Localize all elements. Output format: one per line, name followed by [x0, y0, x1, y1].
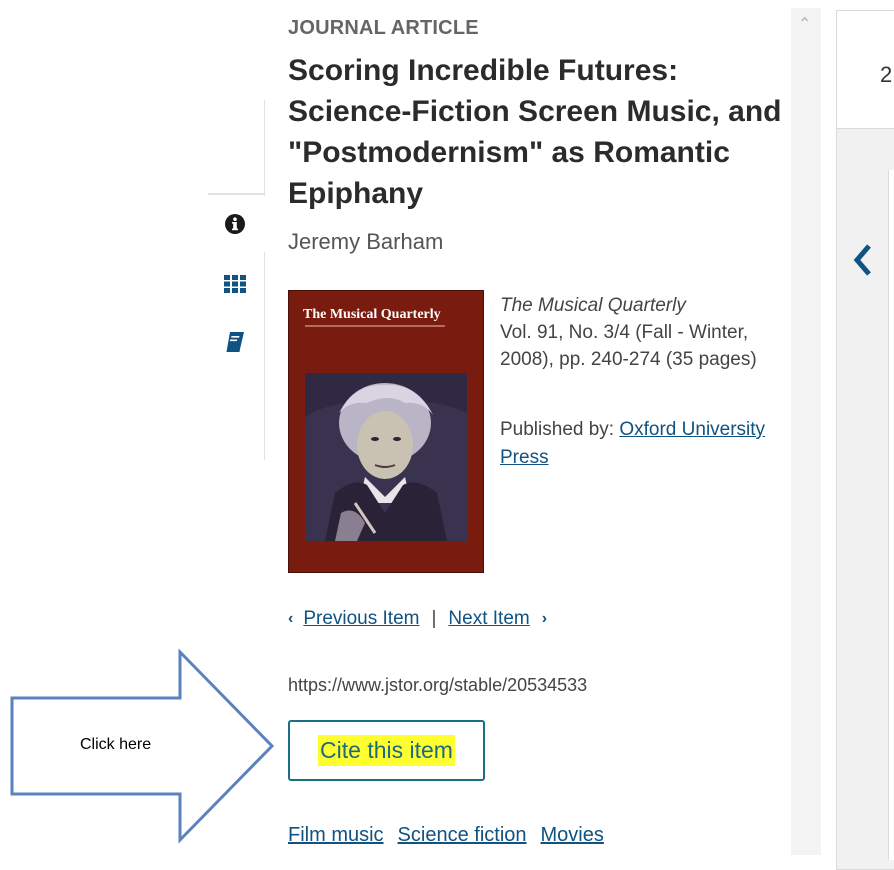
journal-cover[interactable]: The Musical Quarterly — [288, 290, 484, 573]
content-type-label: JOURNAL ARTICLE — [288, 17, 479, 39]
active-tab-indicator — [263, 196, 266, 252]
cite-button-label: Cite this item — [318, 735, 455, 766]
next-item-link[interactable]: Next Item — [448, 608, 529, 630]
previous-item-link[interactable]: Previous Item — [303, 608, 419, 630]
page-number: 2 — [880, 62, 893, 87]
stable-url: https://www.jstor.org/stable/20534533 — [288, 675, 588, 695]
chevron-right-icon: › — [541, 610, 548, 627]
cover-title: The Musical Quarterly — [303, 307, 441, 322]
scroll-up-icon[interactable]: ⌃ — [798, 14, 811, 34]
cite-this-item-button[interactable]: Cite this item — [288, 720, 485, 781]
journal-issue: Vol. 91, No. 3/4 (Fall - Winter, 2008), … — [500, 322, 757, 370]
chevron-left-icon — [853, 244, 871, 276]
tab-book[interactable] — [213, 322, 257, 362]
subject-tags: Film music Science fiction Movies — [288, 824, 604, 847]
grid-icon — [224, 275, 246, 293]
publisher-line: Published by: Oxford University Press — [500, 416, 790, 472]
article-title: Scoring Incredible Futures: Science-Fict… — [288, 54, 782, 210]
page-viewer — [836, 10, 894, 870]
journal-name: The Musical Quarterly — [500, 295, 686, 316]
tab-rail-top-divider — [208, 193, 265, 195]
previous-page-button[interactable] — [846, 240, 880, 280]
subject-tag[interactable]: Science fiction — [398, 824, 527, 847]
nav-separator: | — [431, 608, 437, 629]
info-icon — [225, 214, 245, 234]
scrollbar[interactable] — [791, 8, 821, 855]
tab-contents[interactable] — [213, 264, 257, 304]
tab-info[interactable] — [213, 204, 257, 244]
article-author: Jeremy Barham — [288, 229, 444, 254]
subject-tag[interactable]: Movies — [541, 824, 604, 847]
tab-rail-divider — [264, 100, 265, 460]
cover-subline — [305, 325, 445, 327]
chevron-left-icon: ‹ — [288, 610, 294, 627]
book-icon — [226, 332, 244, 352]
beethoven-portrait-image — [305, 373, 467, 541]
page-preview — [888, 170, 894, 860]
published-by-label: Published by: — [500, 419, 615, 440]
subject-tag[interactable]: Film music — [288, 824, 384, 847]
item-navigation: ‹ Previous Item | Next Item › — [288, 608, 547, 630]
annotation-label: Click here — [80, 736, 152, 753]
journal-source: The Musical Quarterly Vol. 91, No. 3/4 (… — [500, 292, 790, 373]
